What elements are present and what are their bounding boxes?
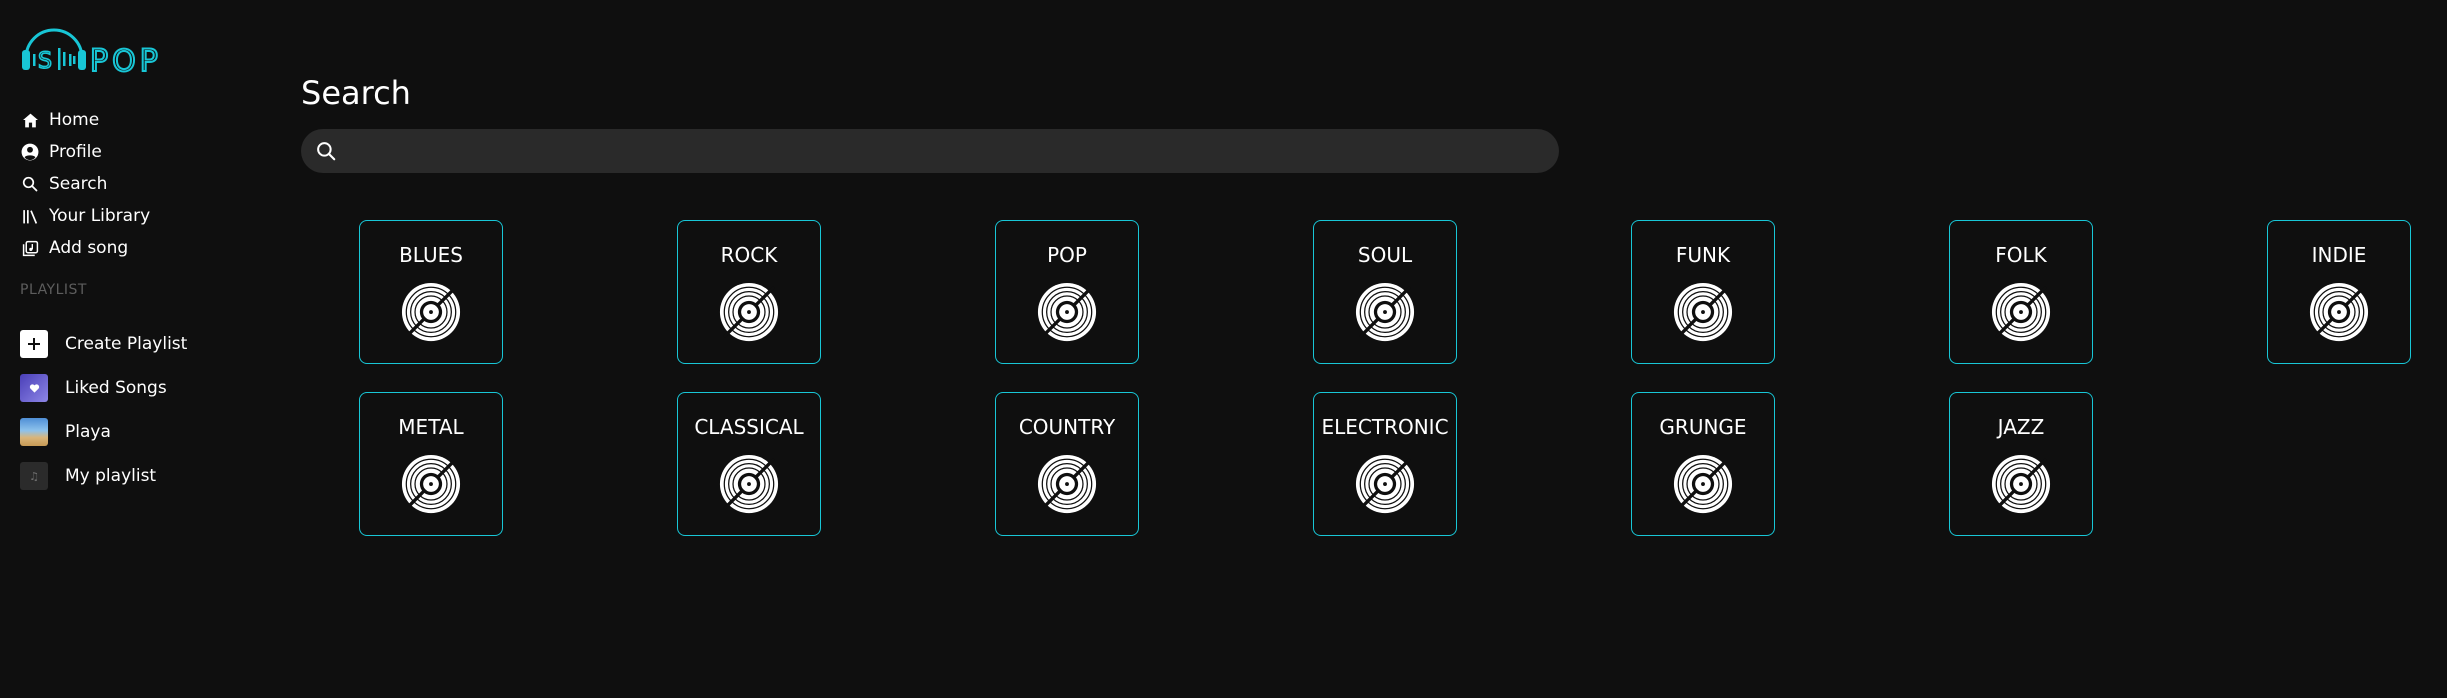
heart-icon	[20, 374, 48, 402]
genre-label: FUNK	[1675, 243, 1731, 267]
sidebar-item-your-library[interactable]: Your Library	[20, 200, 150, 232]
genre-label: COUNTRY	[1018, 415, 1116, 439]
vinyl-record-icon	[2308, 281, 2370, 343]
vinyl-record-icon	[1354, 453, 1416, 515]
genre-card-metal[interactable]: METAL	[359, 392, 503, 536]
sidebar-item-add-song[interactable]: Add song	[20, 232, 150, 264]
vinyl-record-icon	[1354, 281, 1416, 343]
genre-card-classical[interactable]: CLASSICAL	[677, 392, 821, 536]
vinyl-record-icon	[1990, 453, 2052, 515]
vinyl-record-icon	[1036, 281, 1098, 343]
genre-label: JAZZ	[1997, 415, 2045, 439]
create-playlist-button[interactable]: Create Playlist	[20, 322, 187, 366]
playlist-heading: PLAYLIST	[20, 282, 87, 298]
search-icon	[317, 142, 336, 161]
genre-label: SOUL	[1357, 243, 1413, 267]
sidebar-item-label: Home	[49, 110, 100, 130]
genre-card-indie[interactable]: INDIE	[2267, 220, 2411, 364]
genre-label: POP	[1047, 243, 1087, 267]
sidebar-item-profile[interactable]: Profile	[20, 136, 150, 168]
profile-icon	[20, 142, 40, 162]
sidebar-item-label: Search	[49, 174, 108, 194]
genre-card-jazz[interactable]: JAZZ	[1949, 392, 2093, 536]
genre-label: INDIE	[2311, 243, 2367, 267]
music-note-icon: ♫	[20, 462, 48, 490]
add-song-icon	[20, 238, 40, 258]
genre-grid: BLUES ROCK POP SOUL FUNK FOLK INDIE META…	[359, 220, 2411, 536]
genre-card-blues[interactable]: BLUES	[359, 220, 503, 364]
page-title: Search	[301, 74, 411, 112]
search-bar[interactable]	[301, 129, 1559, 173]
genre-card-electronic[interactable]: ELECTRONIC	[1313, 392, 1457, 536]
vinyl-record-icon	[400, 281, 462, 343]
sidebar-item-home[interactable]: Home	[20, 104, 150, 136]
vinyl-record-icon	[1036, 453, 1098, 515]
genre-label: GRUNGE	[1659, 415, 1747, 439]
genre-label: BLUES	[399, 243, 463, 267]
genre-label: CLASSICAL	[694, 415, 804, 439]
genre-card-funk[interactable]: FUNK	[1631, 220, 1775, 364]
plus-icon	[20, 330, 48, 358]
vinyl-record-icon	[718, 281, 780, 343]
sidebar-item-label: Add song	[49, 238, 129, 258]
playlist-item-liked-songs[interactable]: Liked Songs	[20, 366, 187, 410]
genre-card-soul[interactable]: SOUL	[1313, 220, 1457, 364]
playlist-item-my-playlist[interactable]: ♫ My playlist	[20, 454, 187, 498]
sidebar-item-label: Profile	[49, 142, 102, 162]
playlist-label: Playa	[65, 422, 111, 442]
genre-label: FOLK	[1995, 243, 2047, 267]
svg-text:POP: POP	[90, 44, 162, 79]
spop-logo[interactable]: S POP	[18, 14, 208, 80]
playlist-label: My playlist	[65, 466, 157, 486]
playlist-list: Create Playlist Liked Songs Playa ♫ My p…	[20, 322, 187, 498]
vinyl-record-icon	[1672, 281, 1734, 343]
vinyl-record-icon	[400, 453, 462, 515]
genre-label: ELECTRONIC	[1321, 415, 1449, 439]
playlist-label: Liked Songs	[65, 378, 167, 398]
sidebar-nav: Home Profile Search Your Library Add son…	[20, 104, 150, 264]
genre-card-folk[interactable]: FOLK	[1949, 220, 2093, 364]
logo-text: S	[38, 49, 52, 74]
vinyl-record-icon	[1990, 281, 2052, 343]
genre-card-rock[interactable]: ROCK	[677, 220, 821, 364]
library-icon	[20, 206, 40, 226]
search-icon	[20, 174, 40, 194]
search-input[interactable]	[336, 129, 1559, 173]
sidebar-item-search[interactable]: Search	[20, 168, 150, 200]
genre-label: METAL	[398, 415, 464, 439]
home-icon	[20, 110, 40, 130]
genre-card-country[interactable]: COUNTRY	[995, 392, 1139, 536]
playlist-item-playa[interactable]: Playa	[20, 410, 187, 454]
playlist-label: Create Playlist	[65, 334, 188, 354]
genre-label: ROCK	[720, 243, 778, 267]
genre-card-pop[interactable]: POP	[995, 220, 1139, 364]
sidebar-item-label: Your Library	[49, 206, 151, 226]
genre-card-grunge[interactable]: GRUNGE	[1631, 392, 1775, 536]
sidebar: S POP Home Profile Search Your Library A…	[0, 0, 270, 698]
vinyl-record-icon	[1672, 453, 1734, 515]
vinyl-record-icon	[718, 453, 780, 515]
beach-thumbnail	[20, 418, 48, 446]
